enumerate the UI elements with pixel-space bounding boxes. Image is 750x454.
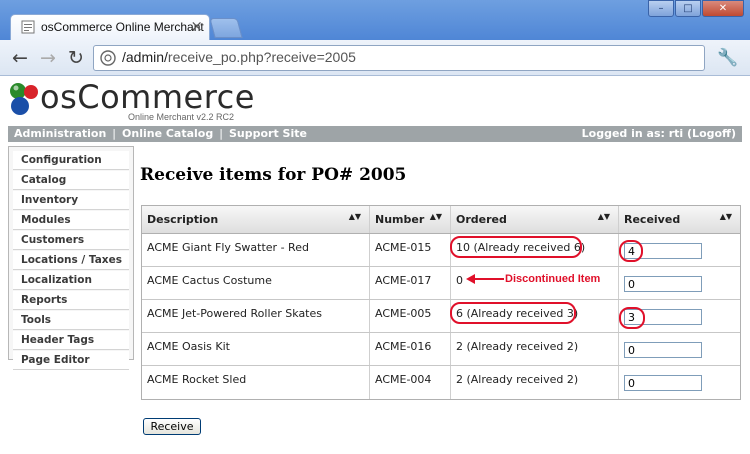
highlight-circle-ordered-3 bbox=[450, 302, 576, 324]
new-tab-button[interactable] bbox=[209, 18, 243, 38]
item-description: ACME Cactus Costume bbox=[142, 267, 370, 299]
sidebar-item-configuration[interactable]: Configuration bbox=[13, 151, 129, 170]
wrench-icon[interactable]: 🔧 bbox=[716, 46, 740, 70]
sidebar-item-locations-taxes[interactable]: Locations / Taxes bbox=[13, 251, 129, 270]
close-window-button[interactable]: ✕ bbox=[702, 0, 744, 17]
window-controls: – □ ✕ bbox=[647, 0, 744, 17]
received-quantity-input[interactable] bbox=[624, 375, 702, 391]
highlight-circle-received-1 bbox=[619, 240, 643, 262]
brand-name: osCommerce bbox=[40, 78, 255, 116]
received-cell bbox=[619, 366, 740, 399]
table-row: ACME Rocket Sled ACME-004 2 (Already rec… bbox=[142, 366, 740, 399]
address-bar[interactable]: /admin/receive_po.php?receive=2005 bbox=[93, 45, 705, 71]
browser-toolbar: ← → ↻ /admin/receive_po.php?receive=2005… bbox=[0, 40, 750, 76]
header-links: Administration | Online Catalog | Support Si… bbox=[14, 127, 307, 140]
receive-items-table: Description ▲▼ Number ▲▼ Ordered ▲▼ Receive… bbox=[141, 205, 741, 400]
minimize-button[interactable]: – bbox=[648, 0, 674, 17]
table-row: ACME Oasis Kit ACME-016 2 (Already recei… bbox=[142, 333, 740, 366]
tab-title: osCommerce Online Merchant bbox=[41, 20, 204, 34]
nav-link-administration[interactable]: Administration bbox=[14, 127, 106, 140]
highlight-circle-ordered-1 bbox=[450, 236, 582, 258]
item-number: ACME-016 bbox=[370, 333, 451, 365]
item-number: ACME-004 bbox=[370, 366, 451, 399]
sort-icon: ▲▼ bbox=[719, 212, 732, 221]
sidebar-item-catalog[interactable]: Catalog bbox=[13, 171, 129, 190]
sidebar-item-reports[interactable]: Reports bbox=[13, 291, 129, 310]
reload-icon[interactable]: ↻ bbox=[64, 46, 88, 70]
login-status[interactable]: Logged in as: rti (Logoff) bbox=[582, 126, 736, 142]
column-header-received[interactable]: Received ▲▼ bbox=[619, 206, 740, 233]
item-ordered: 2 (Already received 2) bbox=[451, 366, 619, 399]
maximize-button[interactable]: □ bbox=[675, 0, 701, 17]
item-number: ACME-005 bbox=[370, 300, 451, 332]
window-titlebar: osCommerce Online Merchant × – □ ✕ bbox=[0, 0, 750, 40]
sidebar-item-localization[interactable]: Localization bbox=[13, 271, 129, 290]
column-header-number[interactable]: Number ▲▼ bbox=[370, 206, 451, 233]
sidebar-item-tools[interactable]: Tools bbox=[13, 311, 129, 330]
back-arrow-icon[interactable]: ← bbox=[8, 46, 32, 70]
brand-subtitle: Online Merchant v2.2 RC2 bbox=[128, 112, 235, 122]
item-description: ACME Rocket Sled bbox=[142, 366, 370, 399]
page-title: Receive items for PO# 2005 bbox=[140, 165, 407, 185]
item-number: ACME-015 bbox=[370, 234, 451, 266]
sidebar-item-inventory[interactable]: Inventory bbox=[13, 191, 129, 210]
discontinued-annotation: Discontinued Item bbox=[505, 273, 601, 285]
item-description: ACME Giant Fly Swatter - Red bbox=[142, 234, 370, 266]
page-globe-icon bbox=[100, 50, 116, 66]
sidebar-item-header-tags[interactable]: Header Tags bbox=[13, 331, 129, 350]
received-cell bbox=[619, 267, 740, 299]
annotation-arrow-icon bbox=[466, 274, 504, 284]
sort-icon: ▲▼ bbox=[597, 212, 610, 221]
nav-link-support-site[interactable]: Support Site bbox=[229, 127, 307, 140]
sort-icon: ▲▼ bbox=[348, 212, 361, 221]
tab-close-icon[interactable]: × bbox=[190, 17, 203, 35]
highlight-circle-received-3 bbox=[619, 307, 645, 329]
received-quantity-input[interactable] bbox=[624, 342, 702, 358]
browser-tab[interactable]: osCommerce Online Merchant × bbox=[10, 14, 210, 40]
table-row: ACME Giant Fly Swatter - Red ACME-015 10… bbox=[142, 234, 740, 267]
item-ordered: 2 (Already received 2) bbox=[451, 333, 619, 365]
item-description: ACME Oasis Kit bbox=[142, 333, 370, 365]
receive-button[interactable]: Receive bbox=[143, 418, 201, 435]
favicon-icon bbox=[21, 20, 35, 34]
sort-icon: ▲▼ bbox=[429, 212, 442, 221]
url-text: /admin/receive_po.php?receive=2005 bbox=[122, 49, 356, 65]
table-row: ACME Cactus Costume ACME-017 0 bbox=[142, 267, 740, 300]
forward-arrow-icon[interactable]: → bbox=[36, 46, 60, 70]
received-quantity-input[interactable] bbox=[624, 276, 702, 292]
admin-navbar: Administration | Online Catalog | Support Si… bbox=[8, 126, 742, 142]
received-cell bbox=[619, 333, 740, 365]
column-header-description[interactable]: Description ▲▼ bbox=[142, 206, 370, 233]
sidebar-item-page-editor[interactable]: Page Editor bbox=[13, 351, 129, 370]
item-number: ACME-017 bbox=[370, 267, 451, 299]
table-row: ACME Jet-Powered Roller Skates ACME-005 … bbox=[142, 300, 740, 333]
sidebar-item-customers[interactable]: Customers bbox=[13, 231, 129, 250]
table-header-row: Description ▲▼ Number ▲▼ Ordered ▲▼ Receive… bbox=[142, 206, 740, 234]
nav-link-online-catalog[interactable]: Online Catalog bbox=[122, 127, 213, 140]
sidebar-item-modules[interactable]: Modules bbox=[13, 211, 129, 230]
admin-sidebar: Configuration Catalog Inventory Modules … bbox=[8, 146, 134, 370]
column-header-ordered[interactable]: Ordered ▲▼ bbox=[451, 206, 619, 233]
item-description: ACME Jet-Powered Roller Skates bbox=[142, 300, 370, 332]
